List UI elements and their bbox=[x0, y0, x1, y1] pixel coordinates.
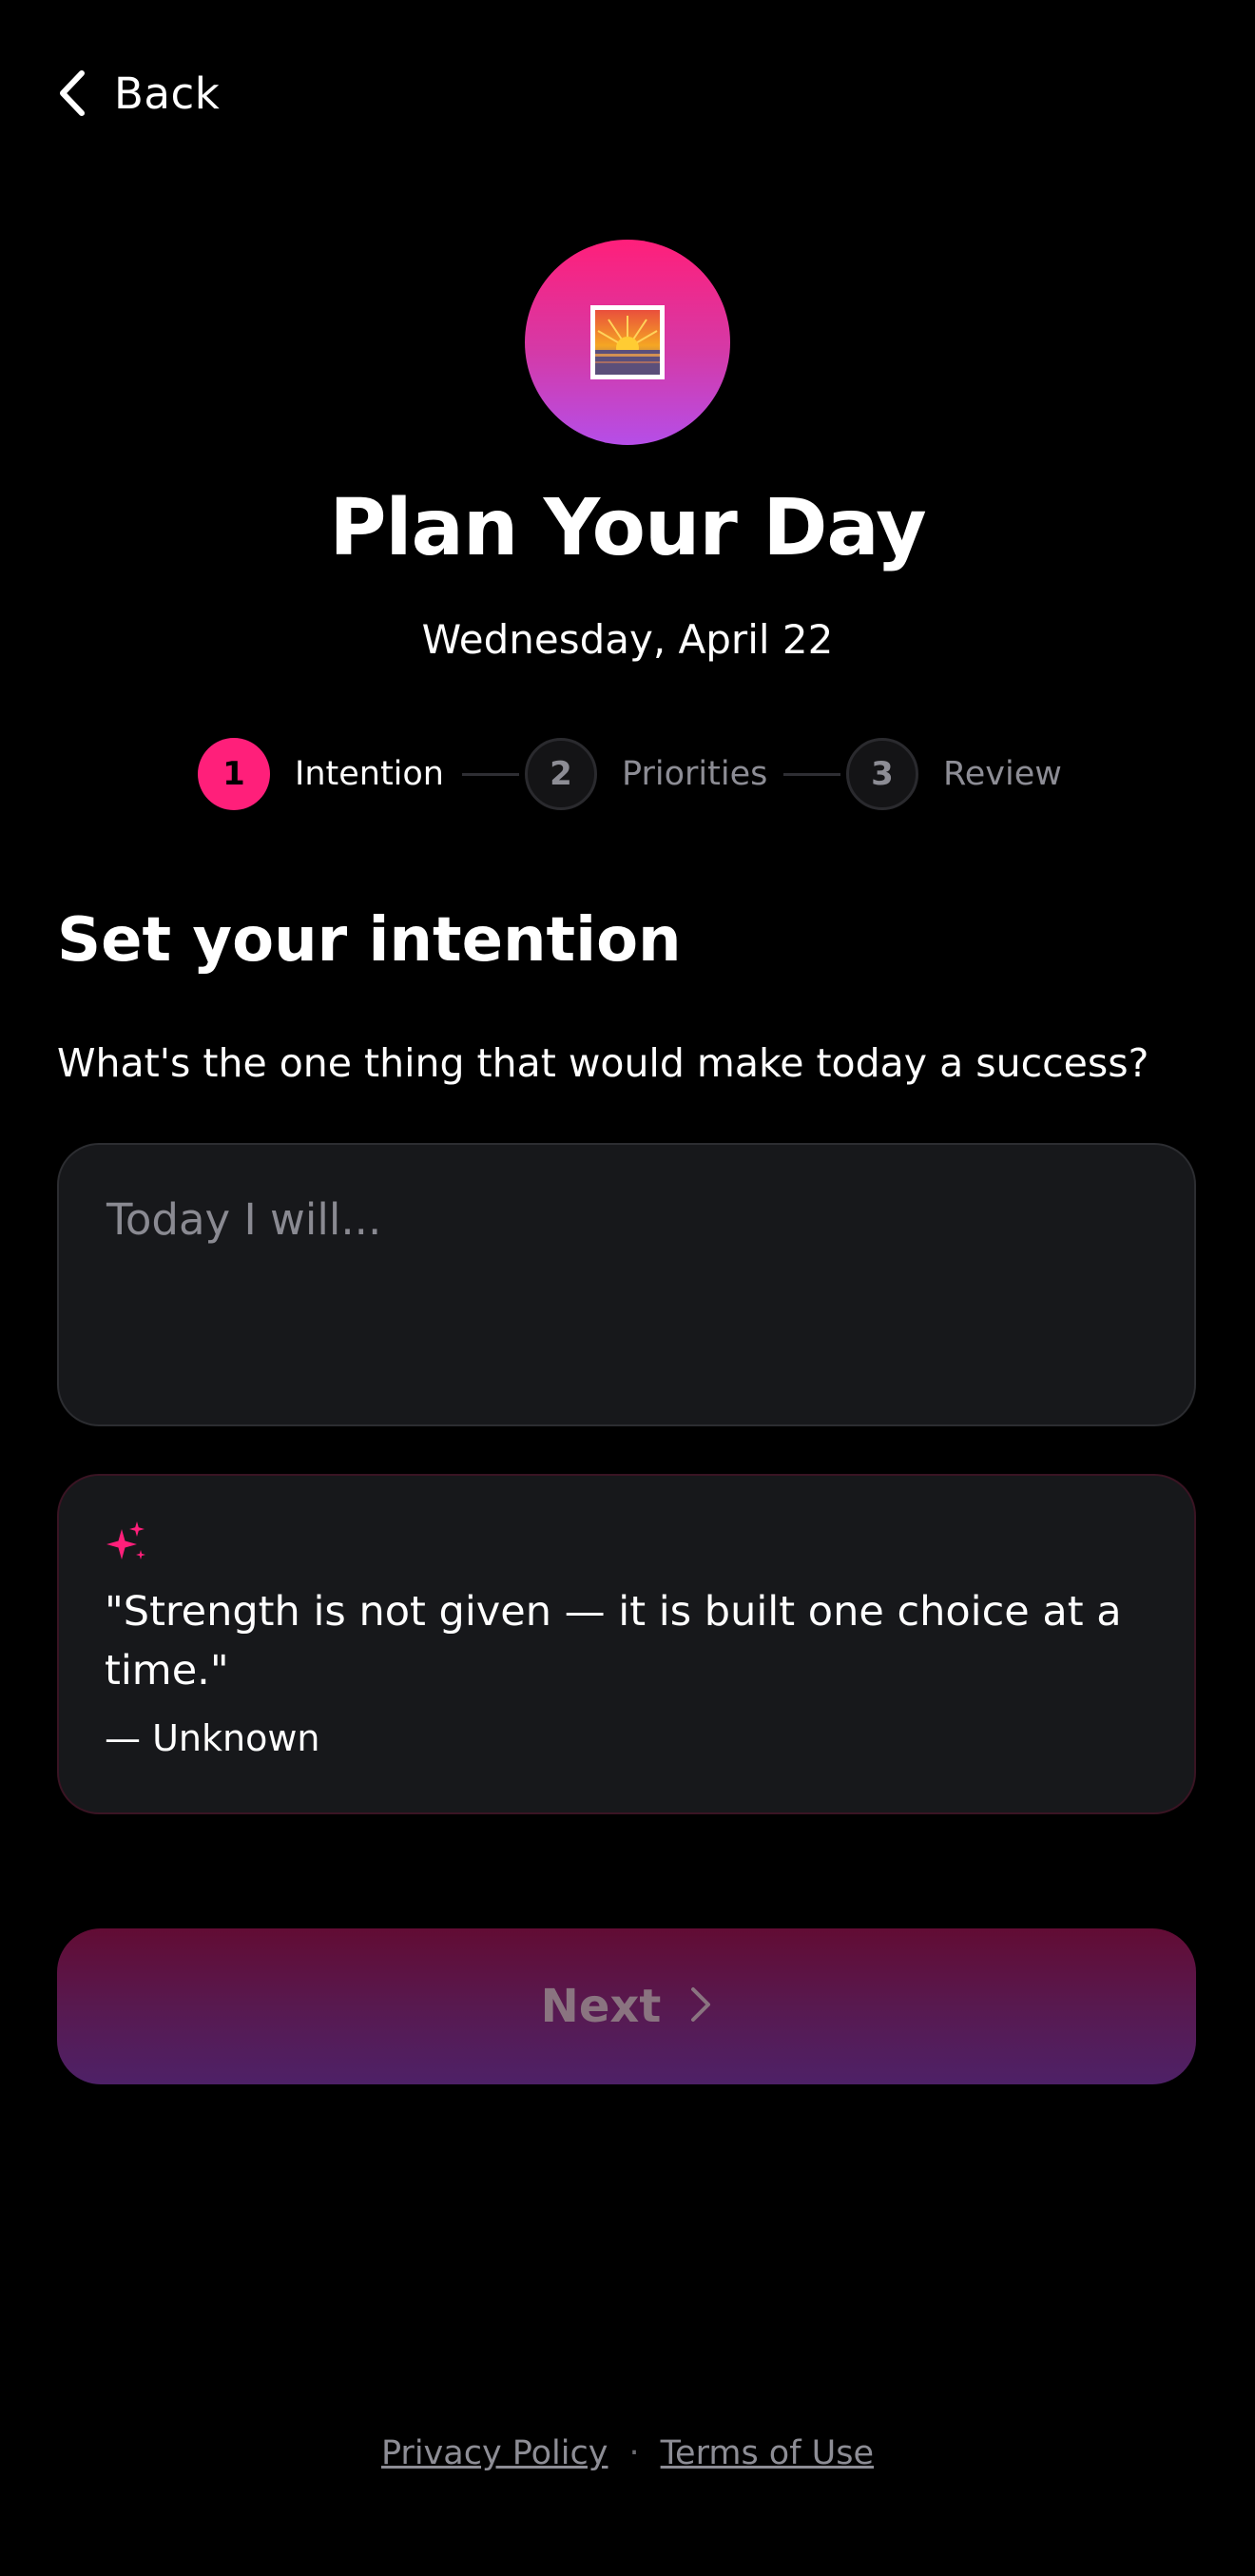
page-title: Plan Your Day bbox=[329, 483, 926, 573]
sunrise-icon bbox=[590, 305, 665, 379]
step-review[interactable]: 3 Review bbox=[846, 734, 1062, 814]
next-button[interactable]: Next bbox=[57, 1928, 1196, 2084]
sparkles-icon bbox=[106, 1521, 145, 1559]
quote-text: "Strength is not given — it is built one… bbox=[105, 1588, 1122, 1695]
intention-input-container bbox=[57, 1143, 1196, 1426]
step-label: Priorities bbox=[622, 755, 768, 793]
footer-separator: · bbox=[628, 2434, 640, 2472]
back-label: Back bbox=[114, 68, 221, 119]
step-intention[interactable]: 1 Intention bbox=[198, 734, 444, 814]
chevron-right-icon bbox=[689, 1985, 712, 2027]
step-label: Intention bbox=[295, 755, 444, 793]
step-connector bbox=[783, 773, 840, 776]
step-connector bbox=[462, 773, 519, 776]
intention-input[interactable] bbox=[105, 1192, 1135, 1386]
step-number: 3 bbox=[846, 738, 918, 810]
date-label: Wednesday, April 22 bbox=[421, 616, 834, 663]
back-button[interactable]: Back bbox=[57, 59, 220, 127]
step-number: 1 bbox=[198, 738, 270, 810]
step-indicator: 1 Intention 2 Priorities 3 Review bbox=[0, 734, 1255, 814]
quote-card: "Strength is not given — it is built one… bbox=[57, 1474, 1196, 1814]
step-number: 2 bbox=[525, 738, 597, 810]
next-label: Next bbox=[540, 1980, 662, 2033]
hero-avatar bbox=[525, 240, 730, 445]
section-question: What's the one thing that would make tod… bbox=[57, 1040, 1149, 1086]
chevron-left-icon bbox=[57, 69, 87, 117]
quote-author: — Unknown bbox=[105, 1717, 320, 1759]
section-heading: Set your intention bbox=[57, 905, 682, 976]
step-priorities[interactable]: 2 Priorities bbox=[525, 734, 767, 814]
footer: Privacy Policy · Terms of Use bbox=[0, 2434, 1255, 2472]
privacy-policy-link[interactable]: Privacy Policy bbox=[381, 2434, 608, 2472]
terms-of-use-link[interactable]: Terms of Use bbox=[661, 2434, 874, 2472]
step-label: Review bbox=[943, 755, 1062, 793]
